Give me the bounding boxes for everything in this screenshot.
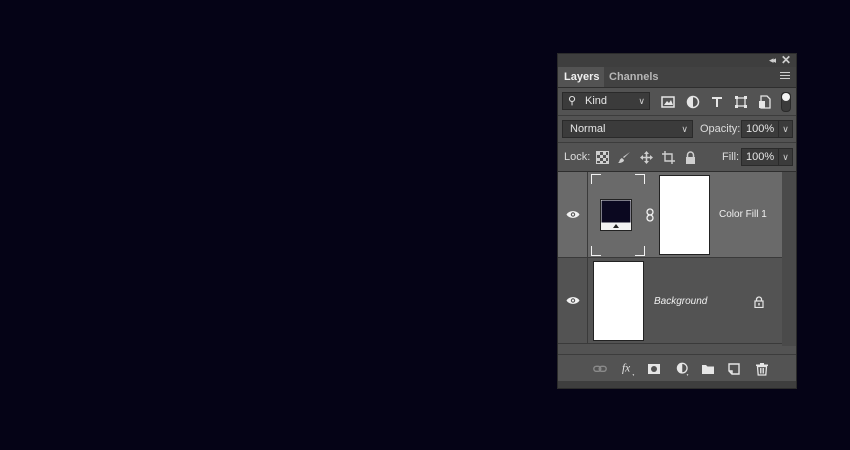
filter-toggle[interactable] bbox=[781, 92, 791, 112]
layers-scrollbar[interactable] bbox=[782, 172, 796, 346]
layers-panel: ◂◂ ✕ Layers Channels ⚲ Kind ∨ Normal ∨ O… bbox=[557, 53, 797, 389]
add-mask-icon[interactable] bbox=[647, 362, 661, 376]
adjustment-layer-filter-icon[interactable] bbox=[686, 95, 700, 109]
svg-text:fx: fx bbox=[622, 363, 630, 375]
layer-name[interactable]: Color Fill 1 bbox=[719, 209, 767, 220]
panel-resize-grip[interactable] bbox=[558, 381, 796, 388]
blend-row: Normal ∨ Opacity: 100% ∨ bbox=[558, 116, 796, 143]
layer-filter-row: ⚲ Kind ∨ bbox=[558, 88, 796, 116]
type-layer-filter-icon[interactable] bbox=[710, 95, 724, 109]
panel-menu-icon[interactable] bbox=[780, 72, 790, 81]
layer-name[interactable]: Background bbox=[654, 296, 707, 307]
layers-bottom-toolbar: fx bbox=[558, 354, 796, 381]
lock-artboard-icon[interactable] bbox=[662, 151, 675, 164]
blend-mode-select[interactable]: Normal ∨ bbox=[562, 120, 693, 138]
search-icon: ⚲ bbox=[568, 95, 577, 107]
link-layers-icon[interactable] bbox=[593, 362, 607, 376]
layer-mask-thumbnail[interactable] bbox=[659, 175, 710, 255]
new-layer-icon[interactable] bbox=[727, 362, 741, 376]
fx-icon[interactable]: fx bbox=[620, 362, 638, 376]
opacity-label: Opacity: bbox=[700, 123, 741, 135]
visibility-toggle[interactable] bbox=[558, 172, 588, 258]
lock-position-icon[interactable] bbox=[640, 151, 653, 164]
lock-icon bbox=[754, 296, 764, 308]
tab-channels[interactable]: Channels bbox=[603, 67, 665, 87]
panel-title-bar: ◂◂ ✕ bbox=[558, 54, 796, 67]
lock-all-icon[interactable] bbox=[684, 151, 697, 164]
panel-tab-row: Layers Channels bbox=[558, 67, 796, 88]
lock-image-pixels-icon[interactable] bbox=[618, 151, 631, 164]
layer-row-color-fill[interactable]: Color Fill 1 bbox=[558, 172, 782, 258]
smart-object-filter-icon[interactable] bbox=[758, 95, 772, 109]
lock-label: Lock: bbox=[564, 151, 591, 163]
chevron-down-icon: ∨ bbox=[681, 124, 688, 134]
link-icon[interactable] bbox=[646, 208, 654, 222]
filter-kind-label: Kind bbox=[585, 95, 608, 107]
shape-layer-filter-icon[interactable] bbox=[734, 95, 748, 109]
new-adjustment-icon[interactable] bbox=[675, 362, 693, 376]
lock-row: Lock: Fill: 100% ∨ bbox=[558, 143, 796, 172]
layer-thumbnail[interactable] bbox=[593, 261, 644, 341]
fill-label: Fill: bbox=[722, 151, 740, 163]
fill-dropdown-button[interactable]: ∨ bbox=[778, 148, 793, 166]
blend-mode-value: Normal bbox=[570, 123, 606, 135]
close-panel-button[interactable]: ✕ bbox=[781, 54, 791, 67]
eye-icon bbox=[566, 297, 580, 304]
lock-transparent-pixels-icon[interactable] bbox=[596, 151, 609, 164]
chevron-down-icon: ∨ bbox=[638, 96, 645, 106]
layers-list: Color Fill 1 Background bbox=[558, 172, 782, 346]
visibility-toggle[interactable] bbox=[558, 258, 588, 344]
tab-layers[interactable]: Layers bbox=[558, 67, 604, 87]
collapse-panel-button[interactable]: ◂◂ bbox=[769, 54, 776, 67]
pixel-layer-filter-icon[interactable] bbox=[661, 95, 675, 109]
eye-icon bbox=[566, 211, 580, 218]
opacity-dropdown-button[interactable]: ∨ bbox=[778, 120, 793, 138]
new-group-icon[interactable] bbox=[701, 362, 715, 376]
delete-icon[interactable] bbox=[755, 362, 769, 376]
fill-field[interactable]: 100% bbox=[741, 148, 779, 166]
layer-row-background[interactable]: Background bbox=[558, 258, 782, 344]
color-fill-swatch-icon bbox=[600, 199, 632, 231]
filter-kind-select[interactable]: ⚲ Kind ∨ bbox=[562, 92, 650, 110]
opacity-field[interactable]: 100% bbox=[741, 120, 779, 138]
